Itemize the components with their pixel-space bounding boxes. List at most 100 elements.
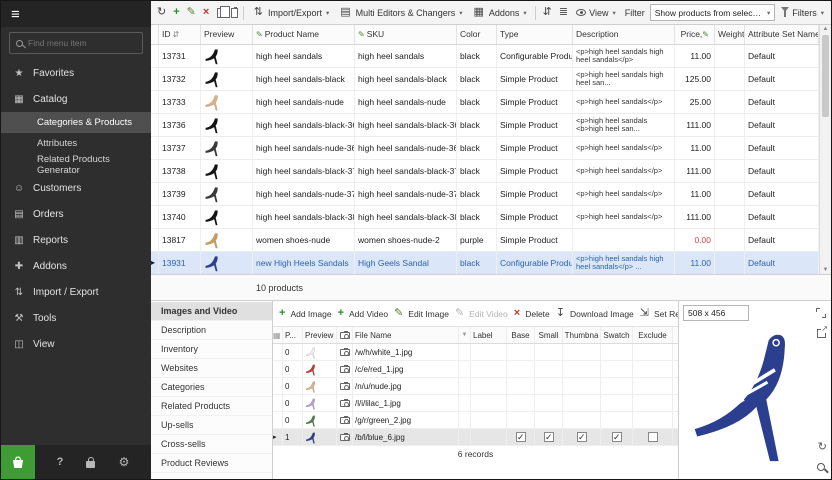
table-row[interactable]: 13740 high heel sandals-black-38 high he… — [151, 206, 819, 229]
hamburger-menu-icon[interactable]: ≡ — [11, 7, 20, 22]
detail-tab[interactable]: Cross-sells — [151, 435, 272, 454]
sidebar-item[interactable]: Attributes — [1, 133, 151, 154]
row-height-icon[interactable]: ≣ — [557, 7, 570, 18]
image-size-field[interactable]: 508 x 456 — [683, 305, 749, 321]
col-header-product-name[interactable]: ✎ Product Name — [253, 25, 355, 44]
col-header-preview[interactable]: Preview — [201, 25, 253, 44]
multi-editors-button[interactable]: ▤ Multi Editors & Changers ▾ — [335, 3, 465, 23]
col-header-attribute-set[interactable]: Attribute Set Name — [745, 25, 819, 44]
detail-tab[interactable]: Inventory — [151, 340, 272, 359]
set-resize-rule-button[interactable]: ⇲ Set Resize Rule — [638, 308, 678, 319]
edit-video-button[interactable]: ✎ Edit Video — [453, 308, 508, 319]
paste-icon[interactable] — [231, 8, 238, 18]
col-header-thumbnail[interactable]: Thumbna — [563, 327, 601, 343]
sidebar-item[interactable]: ✚ Addons — [1, 253, 151, 279]
col-header-label[interactable]: Label — [471, 327, 507, 343]
vertical-scrollbar[interactable]: ▲ ▼ — [819, 25, 831, 274]
gear-icon[interactable]: ⚙ — [119, 455, 130, 469]
edit-image-button[interactable]: ✎ Edit Image — [392, 308, 449, 319]
col-header-color[interactable]: Color — [457, 25, 497, 44]
table-row[interactable]: ▸ 13931 new High Heels Sandals High Geel… — [151, 252, 819, 274]
view-button[interactable]: View ▾ — [573, 3, 619, 23]
scroll-down-icon[interactable]: ▼ — [820, 267, 831, 273]
swatch-checkbox[interactable] — [612, 432, 622, 442]
exclude-checkbox[interactable] — [648, 432, 658, 442]
help-icon[interactable]: ? — [57, 456, 64, 468]
col-header-sku[interactable]: ✎ SKU — [355, 25, 457, 44]
image-row[interactable]: 0 /n/u/nude.jpg — [273, 378, 678, 395]
addons-button[interactable]: ▦ Addons ▾ — [468, 3, 529, 23]
rotate-icon[interactable]: ↻ — [818, 440, 827, 453]
table-row[interactable]: 13738 high heel sandals-black-37 high he… — [151, 160, 819, 183]
table-row[interactable]: 13737 high heel sandals-nude-36 high hee… — [151, 137, 819, 160]
grid-icon[interactable]: ▦ — [273, 331, 281, 340]
table-row[interactable]: 13733 high heel sandals-nude high heel s… — [151, 91, 819, 114]
small-checkbox[interactable] — [544, 432, 554, 442]
col-header-position[interactable]: P... — [283, 327, 303, 343]
sidebar-item[interactable]: ◫ View — [1, 331, 151, 357]
category-filter-select[interactable]: Show products from selected categories ▾ — [650, 4, 776, 21]
table-row[interactable]: 13731 high heel sandals high heel sandal… — [151, 45, 819, 68]
image-row[interactable]: ▸ 1 /b/l/blue_6.jpg — [273, 429, 678, 446]
col-header-exclude[interactable]: Exclude — [633, 327, 673, 343]
store-button[interactable] — [1, 445, 35, 479]
col-header-filter[interactable]: ▼ — [459, 327, 471, 343]
col-header-id[interactable]: ID ⇵ — [159, 25, 201, 44]
add-product-icon[interactable]: + — [171, 7, 181, 18]
col-header-type[interactable]: Type — [497, 25, 573, 44]
table-row[interactable]: 13739 high heel sandals-nude-37 high hee… — [151, 183, 819, 206]
sidebar-item[interactable]: ▦ Catalog — [1, 86, 151, 112]
col-header-weight[interactable]: Weight — [715, 25, 745, 44]
sidebar-item[interactable]: ★ Favorites — [1, 60, 151, 86]
add-image-button[interactable]: + Add Image — [277, 308, 332, 319]
sidebar-item[interactable]: ☺ Customers — [1, 175, 151, 201]
sidebar-search[interactable] — [9, 32, 143, 54]
thumbnail-checkbox[interactable] — [577, 432, 587, 442]
sidebar-item[interactable]: Related Products Generator — [1, 154, 151, 175]
table-row[interactable]: 13736 high heel sandals-black-36 high he… — [151, 114, 819, 137]
image-row[interactable]: 0 /w/h/white_1.jpg — [273, 344, 678, 361]
detail-tab[interactable]: Description — [151, 321, 272, 340]
table-row[interactable]: 13732 high heel sandals-black high heel … — [151, 68, 819, 91]
col-header-image-preview[interactable]: Preview — [303, 327, 337, 343]
refresh-icon[interactable]: ↻ — [155, 7, 168, 18]
scrollbar-thumb[interactable] — [822, 35, 829, 117]
open-external-icon[interactable] — [817, 329, 826, 338]
fullscreen-icon[interactable] — [816, 308, 826, 318]
copy-icon[interactable] — [217, 8, 223, 18]
col-header-swatch[interactable]: Swatch — [601, 327, 633, 343]
sidebar-item[interactable]: ▤ Orders — [1, 201, 151, 227]
image-row[interactable]: 0 /g/r/green_2.jpg — [273, 412, 678, 429]
zoom-icon[interactable] — [817, 463, 825, 471]
import-export-button[interactable]: ⇅ Import/Export ▾ — [249, 3, 333, 23]
download-image-button[interactable]: ↧ Download Image — [554, 308, 634, 319]
image-row[interactable]: 0 /c/e/red_1.jpg — [273, 361, 678, 378]
col-header-small[interactable]: Small — [535, 327, 563, 343]
col-header-file-name[interactable]: File Name — [353, 327, 459, 343]
detail-tab[interactable]: Categories — [151, 378, 272, 397]
scroll-up-icon[interactable]: ▲ — [820, 26, 831, 32]
sidebar-item[interactable]: ⚒ Tools — [1, 305, 151, 331]
filters-button[interactable]: Filters ▾ — [778, 3, 827, 23]
detail-tab[interactable]: Images and Video — [151, 302, 272, 321]
col-header-description[interactable]: Description — [573, 25, 675, 44]
detail-tab[interactable]: Up-sells — [151, 416, 272, 435]
edit-product-icon[interactable]: ✎ — [185, 7, 198, 18]
table-row[interactable]: 13817 women shoes-nude women shoes-nude-… — [151, 229, 819, 252]
col-header-base[interactable]: Base — [507, 327, 535, 343]
lock-icon[interactable] — [86, 461, 95, 468]
col-header-price[interactable]: Price, ✎ — [675, 25, 715, 44]
sidebar-item[interactable]: ▥ Reports — [1, 227, 151, 253]
detail-tab[interactable]: Related Products — [151, 397, 272, 416]
delete-image-button[interactable]: × Delete — [512, 308, 550, 319]
detail-tab[interactable]: Product Reviews — [151, 454, 272, 473]
sidebar-item[interactable]: ⇅ Import / Export — [1, 279, 151, 305]
delete-product-icon[interactable]: × — [201, 7, 211, 18]
add-video-button[interactable]: + Add Video — [336, 308, 389, 319]
search-input[interactable] — [28, 38, 136, 48]
detail-tab[interactable]: Websites — [151, 359, 272, 378]
base-checkbox[interactable] — [516, 432, 526, 442]
sort-icon[interactable]: ⇵ — [541, 7, 554, 18]
image-row[interactable]: 0 /l/i/lilac_1.jpg — [273, 395, 678, 412]
sidebar-item[interactable]: Categories & Products — [1, 112, 151, 133]
